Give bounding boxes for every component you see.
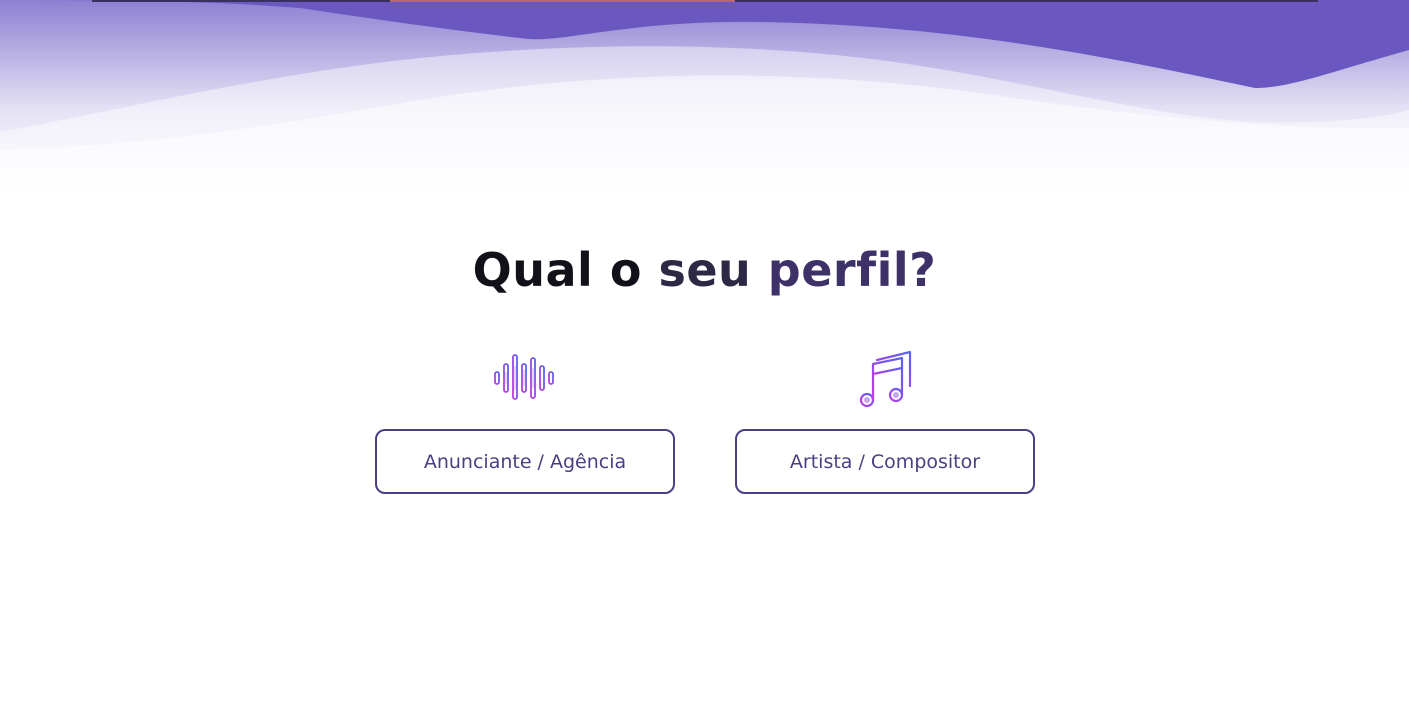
artist-composer-label: Artista / Compositor: [789, 450, 981, 473]
title-part-3: perfil?: [767, 243, 937, 297]
title-part-2: seu: [658, 243, 768, 297]
artist-composer-button[interactable]: Artista / Compositor: [735, 429, 1035, 494]
sound-wave-icon: [494, 354, 554, 400]
hero-wave-background: [0, 0, 1409, 200]
hero-image-strip: [390, 0, 735, 2]
advertiser-agency-label: Anunciante / Agência: [423, 450, 627, 473]
title-part-1: Qual o: [472, 243, 659, 297]
page-title: Qual o seu perfil?: [0, 240, 1409, 300]
advertiser-agency-button[interactable]: Anunciante / Agência: [375, 429, 675, 494]
music-notes-icon: [859, 350, 912, 408]
